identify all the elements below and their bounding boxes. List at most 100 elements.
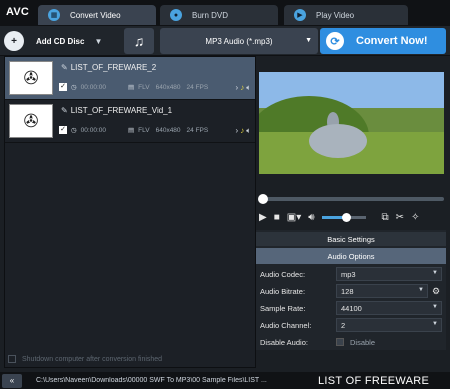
add-disc-icon: +	[4, 31, 24, 51]
volume-slider[interactable]	[321, 212, 366, 222]
setting-label: Sample Rate:	[260, 303, 306, 313]
output-format-select[interactable]: MP3 Audio (*.mp3) ▼	[160, 28, 318, 54]
chevron-down-icon: ▼	[432, 321, 438, 327]
file-name[interactable]: ✎ LIST_OF_FREWARE_2	[61, 63, 156, 72]
tab-play-video[interactable]: ▶ Play Video	[284, 5, 408, 25]
chevron-down-icon: ▼	[305, 37, 312, 44]
app-logo: AVC	[6, 6, 30, 18]
file-format: FLV	[138, 83, 150, 91]
seek-bar[interactable]	[259, 197, 444, 201]
audio-bitrate-select[interactable]: 128 ▼	[336, 284, 428, 298]
sample-rate-select[interactable]: 44100 ▼	[336, 301, 442, 315]
file-resolution: 640x480	[155, 126, 181, 134]
row-actions: › ♪ 🔈︎	[236, 83, 251, 93]
player-controls: ▶ ■ ▣▾ 🔊︎ ⧉ ✂ ✧	[259, 208, 449, 226]
play-icon: ▶	[294, 9, 306, 21]
snapshot-icon[interactable]: ▣▾	[287, 212, 301, 223]
settings-panel: Basic Settings Audio Options Audio Codec…	[256, 230, 446, 350]
setting-sample-rate: Sample Rate: 44100 ▼	[256, 300, 446, 316]
setting-label: Disable Audio:	[260, 337, 308, 347]
film-reel-icon: ✇	[9, 61, 53, 95]
add-cd-label: Add CD Disc	[36, 36, 85, 46]
setting-label: Audio Codec:	[260, 269, 306, 279]
status-bar: « C:\Users\Naveen\Downloads\00000 SWF To…	[0, 372, 450, 389]
music-note-icon[interactable]: ♫	[124, 28, 154, 54]
tab-label: Convert Video	[70, 10, 121, 20]
copy-icon[interactable]: ⧉	[382, 212, 389, 223]
setting-audio-codec: Audio Codec: mp3 ▼	[256, 266, 446, 282]
stop-icon[interactable]: ■	[274, 212, 280, 223]
row-actions: › ♪ 🔈︎	[236, 126, 251, 136]
speaker-icon[interactable]: 🔈︎	[246, 126, 251, 135]
disable-audio-label: Disable	[350, 337, 376, 347]
file-checkbox[interactable]: ✓	[59, 126, 67, 134]
video-preview[interactable]	[259, 72, 444, 174]
output-format-label: MP3 Audio (*.mp3)	[205, 36, 273, 46]
clock-icon: ◷	[71, 84, 77, 91]
chevron-down-icon[interactable]: ▼	[94, 37, 102, 46]
basic-settings-button[interactable]: Basic Settings	[256, 232, 446, 246]
shutdown-checkbox[interactable]	[8, 355, 16, 363]
output-path[interactable]: C:\Users\Naveen\Downloads\00000 SWF To M…	[36, 377, 306, 384]
file-duration: 00:00:00	[80, 126, 106, 134]
setting-audio-bitrate: Audio Bitrate: 128 ▼ ⚙	[256, 283, 446, 299]
chevron-down-icon: ▼	[432, 270, 438, 276]
tab-burn-dvd[interactable]: ● Burn DVD	[160, 5, 278, 25]
scissors-icon[interactable]: ✂	[396, 212, 404, 223]
disc-icon: ●	[170, 9, 182, 21]
play-icon[interactable]: ▶	[259, 212, 267, 223]
brand-watermark: LIST OF FREEWARE	[318, 374, 430, 387]
file-fps: 24 FPS	[186, 126, 209, 134]
file-list: ✇ ✎ LIST_OF_FREWARE_2 ✓ ◷ 00:00:00 ▤ FLV …	[4, 56, 256, 368]
tab-convert-video[interactable]: ▦ Convert Video	[38, 5, 156, 25]
film-icon: ▦	[48, 9, 60, 21]
file-duration: 00:00:00	[80, 83, 106, 91]
file-fps: 24 FPS	[186, 83, 209, 91]
convert-now-button[interactable]: ⟳ Convert Now!	[320, 28, 446, 54]
speaker-icon[interactable]: 🔈︎	[246, 83, 251, 92]
file-resolution: 640x480	[155, 83, 181, 91]
setting-audio-channel: Audio Channel: 2 ▼	[256, 317, 446, 333]
toolbar: + Add CD Disc ▼ ♫ MP3 Audio (*.mp3) ▼ ⟳ …	[0, 26, 450, 56]
shutdown-label: Shutdown computer after conversion finis…	[22, 355, 163, 363]
music-note-icon[interactable]: ♪	[240, 83, 244, 92]
film-icon: ▤	[127, 127, 135, 134]
music-note-icon[interactable]: ♪	[240, 126, 244, 135]
add-cd-button[interactable]: + Add CD Disc ▼	[4, 31, 102, 51]
disable-audio-checkbox[interactable]	[336, 338, 344, 346]
collapse-button[interactable]: «	[2, 373, 22, 388]
refresh-icon: ⟳	[326, 32, 344, 50]
file-checkbox[interactable]: ✓	[59, 83, 67, 91]
tab-bar: AVC ▦ Convert Video ● Burn DVD ▶ Play Vi…	[0, 0, 450, 26]
film-icon: ▤	[127, 84, 135, 91]
tab-label: Play Video	[316, 10, 355, 20]
film-reel-icon: ✇	[9, 104, 53, 138]
chevron-down-icon: ▼	[418, 287, 424, 293]
file-name[interactable]: ✎ LIST_OF_FREWARE_Vid_1	[61, 106, 172, 115]
list-item[interactable]: ✇ ✎ LIST_OF_FREWARE_Vid_1 ✓ ◷ 00:00:00 ▤ …	[5, 100, 255, 143]
chevron-right-icon[interactable]: ›	[236, 83, 239, 92]
file-meta: ✓ ◷ 00:00:00 ▤ FLV 640x480 24 FPS	[59, 83, 214, 91]
chevron-down-icon: ▼	[432, 304, 438, 310]
shutdown-option[interactable]: Shutdown computer after conversion finis…	[4, 352, 256, 366]
volume-icon[interactable]: 🔊︎	[308, 212, 314, 223]
pencil-icon[interactable]: ✎	[61, 63, 68, 72]
gear-icon[interactable]: ⚙	[432, 286, 440, 297]
chevron-right-icon[interactable]: ›	[236, 126, 239, 135]
file-format: FLV	[138, 126, 150, 134]
volume-handle[interactable]	[341, 212, 351, 222]
convert-label: Convert Now!	[356, 35, 428, 47]
setting-disable-audio: Disable Audio: Disable	[256, 334, 446, 350]
seek-handle[interactable]	[258, 194, 268, 204]
effects-icon[interactable]: ✧	[411, 212, 419, 223]
preview-character	[309, 124, 367, 158]
pencil-icon[interactable]: ✎	[61, 106, 68, 115]
list-item[interactable]: ✇ ✎ LIST_OF_FREWARE_2 ✓ ◷ 00:00:00 ▤ FLV …	[5, 57, 255, 100]
clock-icon: ◷	[71, 127, 77, 134]
file-meta: ✓ ◷ 00:00:00 ▤ FLV 640x480 24 FPS	[59, 126, 214, 134]
audio-codec-select[interactable]: mp3 ▼	[336, 267, 442, 281]
audio-channel-select[interactable]: 2 ▼	[336, 318, 442, 332]
setting-label: Audio Channel:	[260, 320, 312, 330]
audio-options-header[interactable]: Audio Options	[256, 248, 446, 264]
tab-label: Burn DVD	[192, 10, 229, 20]
